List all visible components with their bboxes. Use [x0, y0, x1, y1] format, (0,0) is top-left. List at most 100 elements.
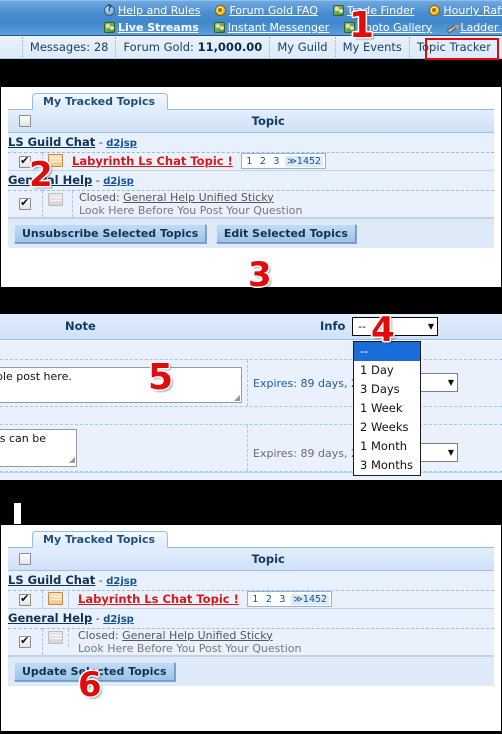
dropdown-option[interactable]: 3 Days: [354, 380, 420, 399]
table-row: Closed: General Help Unified Sticky Look…: [8, 628, 494, 656]
pager-page-2[interactable]: 2: [264, 594, 274, 605]
topic-closed-prefix: Closed:: [78, 628, 119, 642]
tracked-topics-table-bottom: Topic LS Guild Chat - d2jsp Labyrinth L: [8, 548, 494, 656]
nav-item-instant-messenger[interactable]: Instant Messenger: [213, 21, 337, 34]
resize-grip-icon[interactable]: ◢: [234, 393, 240, 402]
gold-coin-icon: [429, 5, 441, 16]
unsubscribe-selected-topics-button[interactable]: Unsubscribe Selected Topics: [14, 223, 207, 243]
topic-title-link[interactable]: General Help Unified Sticky: [122, 629, 273, 642]
edit-row-2: uides can be e. ◢ Expires: 89 days, 23 h…: [0, 424, 502, 472]
nav-link-help-and-rules[interactable]: Help and Rules: [118, 4, 200, 17]
tab-my-tracked-topics[interactable]: My Tracked Topics: [32, 93, 169, 110]
dropdown-option[interactable]: 1 Month: [354, 437, 420, 456]
nav-link-ladder-slasher[interactable]: Ladder Slasher: [460, 21, 502, 34]
pager-page-3[interactable]: 3: [271, 156, 281, 167]
nav-link-forum-gold-faq[interactable]: Forum Gold FAQ: [229, 4, 317, 17]
pager-last-page[interactable]: ≫1452: [290, 593, 330, 605]
annotation-marker-3: 3: [247, 255, 272, 295]
pager-last-page[interactable]: ≫1452: [284, 155, 324, 167]
tab-my-tracked-topics[interactable]: My Tracked Topics: [32, 531, 169, 548]
topic-title-link[interactable]: Labyrinth Ls Chat Topic !: [78, 592, 239, 606]
nav-link-hourly-raffle[interactable]: Hourly Raffle: [443, 4, 502, 17]
forum-gold-balance[interactable]: Forum Gold: 11,000.00: [115, 37, 269, 57]
nav-link-live-streams[interactable]: Live Streams: [118, 21, 199, 34]
divider-white-marker: [14, 503, 21, 524]
column-header-note: Note: [65, 319, 96, 333]
select-all-checkbox[interactable]: [18, 115, 31, 128]
nav-item-forum-gold-faq[interactable]: Forum Gold FAQ: [215, 4, 324, 17]
messages-count[interactable]: Messages: 28: [21, 37, 116, 57]
edit-row-1: ple post here. ◢ Expires: 89 days, 22 ho…: [0, 359, 502, 407]
topic-subtitle: Look Here Before You Post Your Question: [78, 641, 302, 655]
forum-subsite-link[interactable]: d2jsp: [103, 176, 134, 187]
annotation-marker-6: 6: [77, 665, 102, 705]
nav-my-guild[interactable]: My Guild: [269, 37, 334, 57]
forum-subsite-link[interactable]: d2jsp: [103, 614, 134, 625]
row-checkbox[interactable]: [18, 196, 31, 210]
bulk-expiry-dropdown-list[interactable]: -- 1 Day 3 Days 1 Week 2 Weeks 1 Month 3…: [353, 341, 421, 476]
topic-subtitle: Look Here Before You Post Your Question: [79, 203, 303, 217]
pager-page-1[interactable]: 1: [244, 156, 254, 167]
table-row: Closed: General Help Unified Sticky Look…: [8, 190, 494, 218]
pen-icon: [447, 24, 458, 34]
nav-item-help-and-rules[interactable]: Help and Rules: [104, 4, 207, 17]
note-textarea-1[interactable]: ple post here. ◢: [0, 367, 242, 403]
column-header-topic: Topic: [42, 110, 494, 133]
forum-name-link[interactable]: LS Guild Chat: [8, 573, 95, 587]
dropdown-option[interactable]: 3 Months: [354, 456, 420, 475]
panel-top-button-bar: Unsubscribe Selected Topics Edit Selecte…: [8, 217, 494, 248]
people-icon: [104, 22, 115, 33]
pager-page-1[interactable]: 1: [250, 594, 260, 605]
row-checkbox[interactable]: [18, 634, 31, 648]
nav-link-instant-messenger[interactable]: Instant Messenger: [228, 21, 330, 34]
chevron-down-icon: ▼: [447, 448, 454, 457]
divider-band-3: [0, 481, 502, 524]
table-row: Labyrinth Ls Chat Topic ! 1 2 3 ≫1452: [8, 152, 494, 171]
forum-group-row: LS Guild Chat - d2jsp: [8, 132, 494, 153]
select-all-cell[interactable]: [8, 110, 42, 133]
resize-grip-icon[interactable]: ◢: [69, 453, 75, 466]
forum-group-cell: LS Guild Chat - d2jsp: [8, 132, 494, 153]
tracked-topics-table-top: Topic LS Guild Chat - d2jsp Labyrinth L: [8, 110, 494, 218]
row-checkbox-cell[interactable]: [8, 628, 43, 656]
pager-page-3[interactable]: 3: [277, 594, 287, 605]
dropdown-option[interactable]: 1 Day: [354, 361, 420, 380]
pager-page-2[interactable]: 2: [258, 156, 268, 167]
nav-item-live-streams[interactable]: Live Streams: [104, 21, 206, 34]
row-checkbox-cell[interactable]: [8, 590, 43, 609]
edit-topics-panel: Note Info -- ▼ -- 1 Day 3 Days 1 Week 2 …: [0, 313, 502, 481]
note-textarea-2[interactable]: uides can be e. ◢: [0, 429, 77, 467]
row-checkbox[interactable]: [18, 592, 31, 606]
topic-pager[interactable]: 1 2 3 ≫1452: [247, 590, 333, 607]
topic-title-link[interactable]: Labyrinth Ls Chat Topic !: [72, 154, 233, 168]
edit-panel-spacer-3: [0, 472, 502, 480]
bulk-expiry-select-value: --: [358, 320, 366, 333]
annotation-box-topic-tracker: [425, 38, 499, 60]
nav-item-hourly-raffle[interactable]: Hourly Raffle: [429, 4, 502, 17]
top-navigation-bar: Help and Rules Forum Gold FAQ Trade Find…: [0, 0, 502, 36]
forum-group-row: General Help - d2jsp: [8, 608, 494, 629]
forum-group-row: LS Guild Chat - d2jsp: [8, 570, 494, 591]
panel-top-tabstrip: My Tracked Topics: [8, 93, 494, 110]
dropdown-option[interactable]: 1 Week: [354, 399, 420, 418]
topic-title-link[interactable]: General Help Unified Sticky: [123, 191, 274, 204]
forum-dash: -: [98, 574, 103, 587]
select-all-checkbox[interactable]: [18, 553, 31, 566]
bulk-expiry-select[interactable]: -- ▼: [352, 317, 438, 336]
dropdown-option[interactable]: 2 Weeks: [354, 418, 420, 437]
edit-selected-topics-button[interactable]: Edit Selected Topics: [215, 223, 356, 243]
forum-subsite-link[interactable]: d2jsp: [106, 576, 137, 587]
forum-name-link[interactable]: General Help: [8, 611, 92, 625]
column-header-info: Info: [320, 319, 346, 333]
topic-pager[interactable]: 1 2 3 ≫1452: [241, 152, 327, 169]
nav-item-ladder-slasher[interactable]: Ladder Slasher: [447, 21, 502, 34]
forum-gold-label: Forum Gold:: [123, 40, 194, 54]
nav-item-trade-finder[interactable]: Trade Finder: [332, 4, 421, 17]
select-all-cell[interactable]: [8, 548, 42, 571]
forum-name-link[interactable]: LS Guild Chat: [8, 135, 95, 149]
people-icon: [332, 5, 344, 16]
forum-gold-value: 11,000.00: [197, 40, 263, 54]
forum-subsite-link[interactable]: d2jsp: [106, 138, 137, 149]
annotation-marker-1: 1: [348, 5, 375, 46]
edit-panel-spacer-2: [0, 407, 502, 424]
